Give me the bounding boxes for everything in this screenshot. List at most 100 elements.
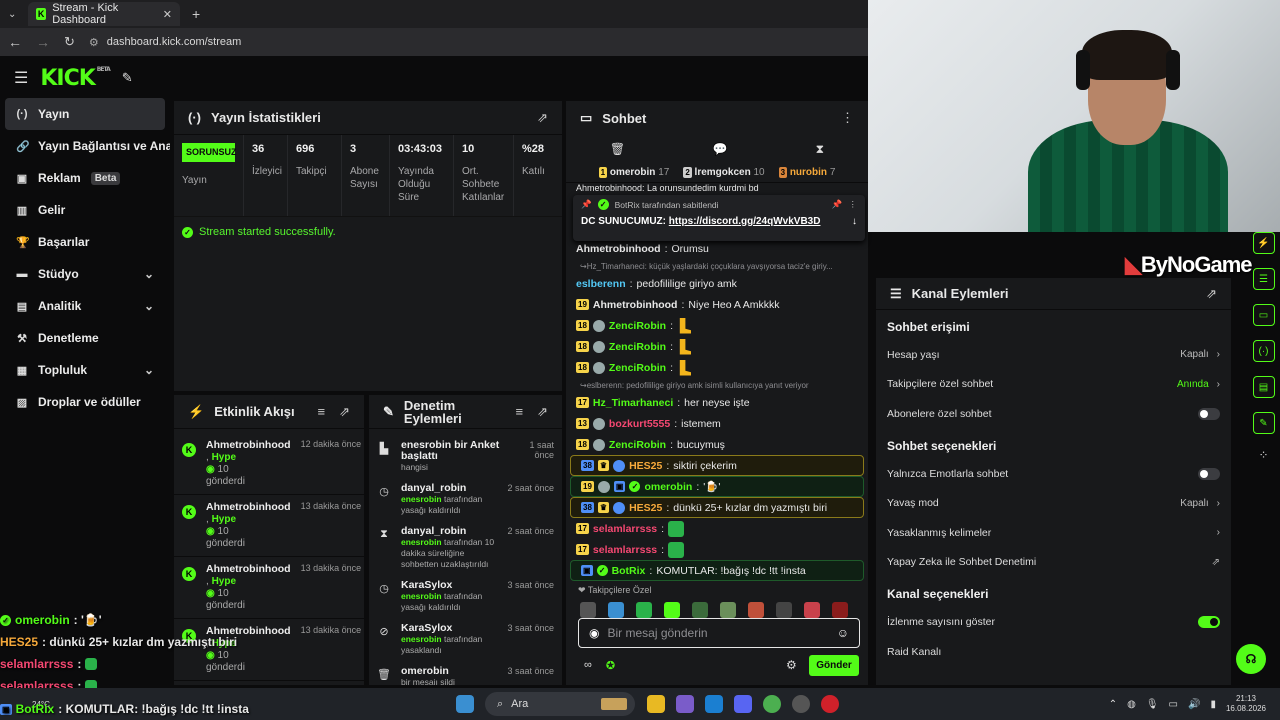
emote-icon[interactable] xyxy=(832,602,848,618)
unpin-icon[interactable]: 📌 xyxy=(832,199,843,210)
trash-icon[interactable]: 🗑 xyxy=(610,142,625,156)
browser-tab-bar: ⌄ K Stream - Kick Dashboard ✕ + xyxy=(0,0,868,28)
more-options-icon[interactable]: ⋮ xyxy=(841,110,854,126)
filter-icon[interactable]: ≡ xyxy=(516,404,524,420)
chrome-icon[interactable] xyxy=(763,695,781,713)
setting-ai-moderation[interactable]: Yapay Zeka ile Sohbet Denetimi ⇗ xyxy=(876,548,1231,578)
sidebar-item-moderation[interactable]: ⚒ Denetleme xyxy=(0,322,170,354)
emote-icon[interactable] xyxy=(580,602,596,618)
kick-logo[interactable]: KICK BETA xyxy=(40,66,110,91)
setting-raid-channel[interactable]: Raid Kanalı xyxy=(876,637,1231,667)
menu-icon[interactable]: ☰ xyxy=(14,68,28,88)
setting-banned-words[interactable]: Yasaklanmış kelimeler › xyxy=(876,518,1231,548)
gifter-1[interactable]: 1 omerobin 17 xyxy=(598,167,669,178)
activity-item: K Ahmetrobinhood, Hype ◉ 10 gönderdi 12 daki… xyxy=(174,433,364,495)
sidebar-item-analytics[interactable]: ▤ Analitik ⌄ xyxy=(0,290,170,322)
followers-only-label: ❤ Takipçilere Özel xyxy=(578,585,652,595)
network-icon[interactable]: ◍ xyxy=(1127,699,1136,710)
chat-message: 17 selamlarrsss: xyxy=(566,518,868,539)
url-field[interactable]: ⚙ dashboard.kick.com/stream xyxy=(89,32,860,52)
edge-icon[interactable] xyxy=(705,695,723,713)
forward-icon[interactable]: → xyxy=(36,34,50,50)
volume-icon[interactable]: 🔊 xyxy=(1188,699,1200,710)
bolt-rail-button[interactable]: ⚡ xyxy=(1252,232,1275,254)
emote-icon[interactable] xyxy=(720,602,736,618)
sidebar-item-achievements[interactable]: 🏆 Başarılar xyxy=(0,226,170,258)
chat-rail-button[interactable]: ▭ xyxy=(1252,304,1275,326)
emote-icon[interactable] xyxy=(636,602,652,618)
sidebar-item-studio[interactable]: ▬ Stüdyo ⌄ xyxy=(0,258,170,290)
subscribers-only-toggle[interactable] xyxy=(1198,407,1220,420)
expand-pin-icon[interactable]: ↓ xyxy=(852,216,857,227)
discord-link[interactable]: https://discord.gg/24qWvkVB3D xyxy=(669,216,821,227)
battery-icon[interactable]: ▮ xyxy=(1210,699,1216,710)
popout-icon[interactable]: ⇗ xyxy=(537,110,548,126)
sidebar-item-ads[interactable]: ▣ Reklam Beta xyxy=(0,162,170,194)
windows-start-icon[interactable] xyxy=(456,695,474,713)
send-button[interactable]: Gönder xyxy=(809,655,859,676)
trophy-icon: 🏆 xyxy=(16,236,30,249)
chevron-right-icon: › xyxy=(1216,378,1220,390)
close-tab-icon[interactable]: ✕ xyxy=(163,8,172,21)
mic-icon[interactable]: 🎙 xyxy=(1146,699,1159,710)
moderation-item: ⧗ danyal_robin enesrobin tarafından 10 dak… xyxy=(369,521,562,575)
site-info-icon[interactable]: ⚙ xyxy=(89,36,99,49)
emote-icon[interactable] xyxy=(608,602,624,618)
more-options-icon[interactable]: ⋮ xyxy=(849,199,858,210)
tab-list-icon[interactable]: ⌄ xyxy=(8,9,16,20)
dots-rail-icon[interactable]: ⁘ xyxy=(1258,448,1268,462)
emoji-icon[interactable]: ☺ xyxy=(837,626,849,640)
sidebar-item-revenue[interactable]: ▥ Gelir xyxy=(0,194,170,226)
filter-icon[interactable]: ≡ xyxy=(318,404,326,420)
infinity-icon[interactable]: ∞ xyxy=(584,659,592,672)
sidebar-item-yayin[interactable]: (·) Yayın xyxy=(5,98,165,130)
tools-rail-button[interactable]: ✎ xyxy=(1252,412,1275,434)
new-tab-icon[interactable]: + xyxy=(192,6,200,22)
pin-tool-icon[interactable]: ✎ xyxy=(122,70,133,86)
hourglass-icon[interactable]: ⧗ xyxy=(816,142,824,157)
kick-coin-icon[interactable]: ✪ xyxy=(606,659,615,672)
show-viewcount-toggle[interactable] xyxy=(1198,615,1220,628)
stats-rail-button[interactable]: ▤ xyxy=(1252,376,1275,398)
support-button[interactable]: ☊ xyxy=(1236,644,1266,674)
file-explorer-icon[interactable] xyxy=(647,695,665,713)
taskbar-search[interactable]: ⌕ Ara xyxy=(485,692,635,716)
clock[interactable]: 21:13 16.08.2026 xyxy=(1226,694,1266,714)
obs-icon[interactable] xyxy=(792,695,810,713)
chat-input[interactable]: ◉ Bir mesaj gönderin ☺ xyxy=(578,618,860,648)
setting-slow-mode[interactable]: Yavaş mod Kapalı › xyxy=(876,488,1231,518)
popout-icon[interactable]: ⇗ xyxy=(1206,286,1217,302)
channel-actions-panel: ☰ Kanal Eylemleri ⇗ Sohbet erişimi Hesap… xyxy=(876,278,1231,685)
display-icon[interactable]: ▭ xyxy=(1169,699,1178,710)
reload-icon[interactable]: ↻ xyxy=(64,34,75,50)
stat-viewers: 36 İzleyici xyxy=(244,135,288,216)
popout-icon[interactable]: ⇗ xyxy=(339,404,350,420)
sidebar-item-stream-key[interactable]: 🔗Yayın Bağlantısı ve Anahtarı xyxy=(0,130,170,162)
app-icon[interactable] xyxy=(676,695,694,713)
setting-account-age[interactable]: Hesap yaşı Kapalı › xyxy=(876,340,1231,370)
gifter-2[interactable]: 2 lremgokcen 10 xyxy=(683,167,765,178)
speech-bubble-icon[interactable]: 💬 xyxy=(713,142,728,156)
emote-icon[interactable] xyxy=(804,602,820,618)
sidebar-item-drops[interactable]: ▨ Droplar ve ödüller xyxy=(0,386,170,418)
list-rail-button[interactable]: ☰ xyxy=(1252,268,1275,290)
browser-tab[interactable]: K Stream - Kick Dashboard ✕ xyxy=(28,2,180,26)
gifter-3[interactable]: 3 nurobin 7 xyxy=(778,167,835,178)
popout-icon[interactable]: ⇗ xyxy=(537,404,548,420)
back-icon[interactable]: ← xyxy=(8,34,22,50)
setting-followers-only[interactable]: Takipçilere özel sohbet Anında › xyxy=(876,370,1231,400)
opera-icon[interactable] xyxy=(821,695,839,713)
emote-icon[interactable] xyxy=(692,602,708,618)
broadcast-rail-button[interactable]: (·) xyxy=(1252,340,1275,362)
chevron-up-icon[interactable]: ⌃ xyxy=(1109,699,1117,710)
settings-gear-icon[interactable]: ⚙ xyxy=(786,658,797,672)
overlay-chat-line: HES25: dünkü 25+ kızlar dm yazmıştı biri xyxy=(0,635,238,649)
sidebar-item-community[interactable]: ▦ Topluluk ⌄ xyxy=(0,354,170,386)
section-title: Sohbet erişimi xyxy=(887,320,970,334)
emote-icon[interactable] xyxy=(748,602,764,618)
setting-subscribers-only: Abonelere özel sohbet xyxy=(876,399,1231,429)
discord-icon[interactable] xyxy=(734,695,752,713)
emote-only-toggle[interactable] xyxy=(1198,467,1220,480)
emote-icon[interactable] xyxy=(664,602,680,618)
emote-icon[interactable] xyxy=(776,602,792,618)
